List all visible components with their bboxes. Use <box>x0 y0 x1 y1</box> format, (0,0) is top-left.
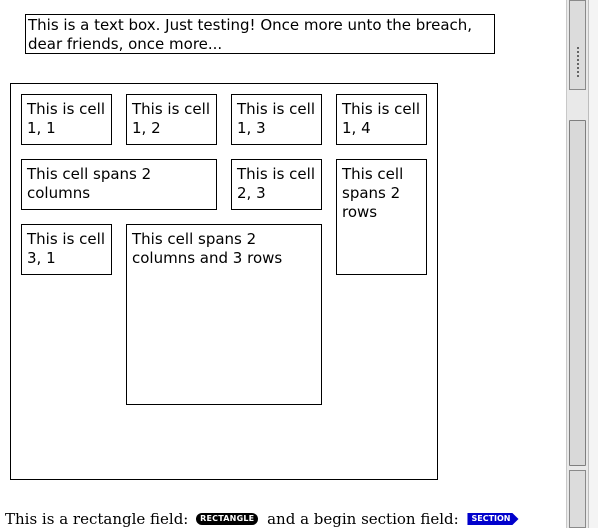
rectangle-field[interactable]: RECTANGLE <box>196 513 259 525</box>
scrollbar-bottom-segment[interactable] <box>569 470 586 528</box>
vertical-scrollbar[interactable] <box>566 0 588 528</box>
window-edge <box>588 0 598 528</box>
text-box[interactable]: This is a text box. Just testing! Once m… <box>25 14 495 54</box>
table-cell-1-4[interactable]: This is cell 1, 4 <box>336 94 427 145</box>
table-cell-1-2[interactable]: This is cell 1, 2 <box>126 94 217 145</box>
section-field[interactable]: SECTION <box>467 513 519 525</box>
table-cell-2-3[interactable]: This is cell 2, 3 <box>231 159 322 210</box>
table-cell-span-2-rows[interactable]: This cell spans 2 rows <box>336 159 427 275</box>
table-cell-1-3[interactable]: This is cell 1, 3 <box>231 94 322 145</box>
scrollbar-top-segment[interactable] <box>569 0 586 90</box>
footer-middle-text: and a begin section field: <box>267 510 459 528</box>
footer-prefix-text: This is a rectangle field: <box>5 510 189 528</box>
table-cell-3-1[interactable]: This is cell 3, 1 <box>21 224 112 275</box>
footer-line: This is a rectangle field: RECTANGLE and… <box>5 508 519 529</box>
table-frame: This is cell 1, 1 This is cell 1, 2 This… <box>10 83 438 480</box>
grip-icon <box>577 47 581 77</box>
table-cell-span-2-columns[interactable]: This cell spans 2 columns <box>21 159 217 210</box>
scrollbar-thumb[interactable] <box>569 120 586 466</box>
table-cell-1-1[interactable]: This is cell 1, 1 <box>21 94 112 145</box>
table-cell-span-2-columns-3-rows[interactable]: This cell spans 2 columns and 3 rows <box>126 224 322 405</box>
